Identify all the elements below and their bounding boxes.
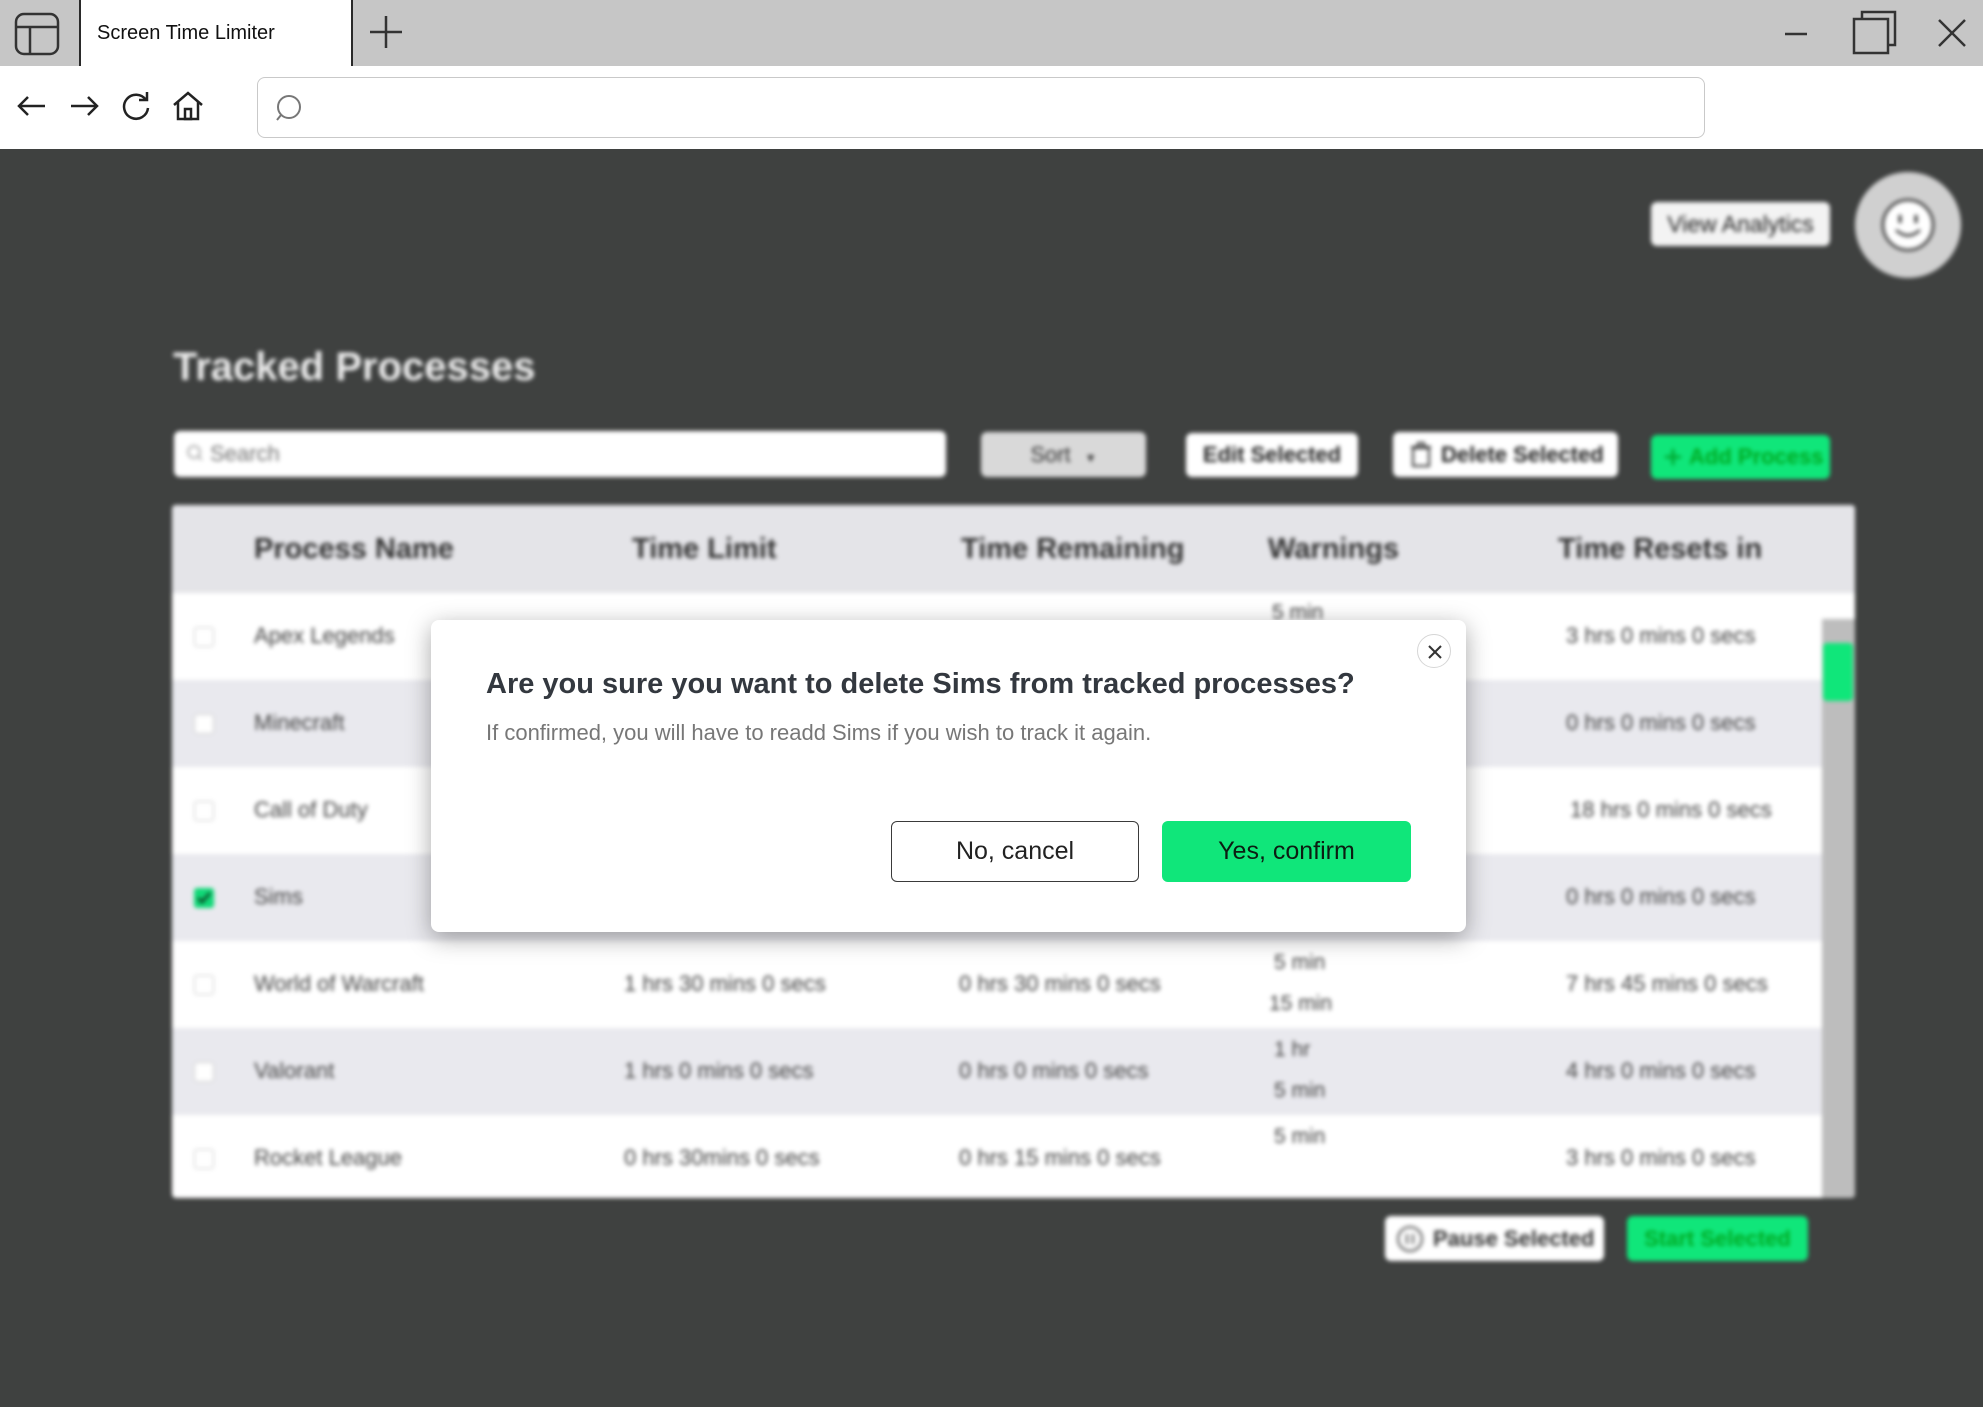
arrow-right-icon[interactable]: [66, 88, 102, 124]
process-name: Sims: [254, 884, 303, 909]
browser-title-bar: Screen Time Limiter: [0, 0, 1983, 66]
trash-icon: [1411, 442, 1431, 467]
sort-dropdown[interactable]: Sort ▼: [981, 432, 1146, 477]
warning: 15 min: [1269, 992, 1333, 1015]
browser-tab[interactable]: Screen Time Limiter: [79, 0, 353, 66]
time-remaining: 0 hrs 0 mins 0 secs: [959, 1058, 1149, 1083]
scrollbar-thumb[interactable]: [1823, 643, 1853, 701]
checkmark-icon: [197, 892, 211, 904]
reload-icon[interactable]: [118, 88, 154, 124]
time-resets-in: 0 hrs 0 mins 0 secs: [1566, 710, 1756, 735]
dialog-message: If confirmed, you will have to readd Sim…: [486, 720, 1152, 745]
row-checkbox[interactable]: [194, 801, 214, 821]
time-resets-in: 3 hrs 0 mins 0 secs: [1566, 1145, 1756, 1170]
pause-selected-label: Pause Selected: [1433, 1226, 1595, 1251]
view-analytics-button[interactable]: View Analytics: [1651, 202, 1830, 246]
time-limit: 1 hrs 0 mins 0 secs: [624, 1058, 814, 1083]
address-bar[interactable]: [257, 77, 1705, 138]
row-checkbox[interactable]: [194, 888, 214, 908]
time-resets-in: 3 hrs 0 mins 0 secs: [1566, 623, 1756, 648]
edit-selected-button[interactable]: Edit Selected: [1186, 433, 1358, 477]
warning: 1 hr: [1274, 1038, 1311, 1061]
row-checkbox[interactable]: [194, 975, 214, 995]
process-name: Rocket League: [254, 1145, 402, 1170]
minimize-icon[interactable]: [1773, 10, 1819, 56]
time-resets-in: 0 hrs 0 mins 0 secs: [1566, 884, 1756, 909]
cancel-button[interactable]: No, cancel: [891, 821, 1139, 882]
table-row[interactable]: World of Warcraft 1 hrs 30 mins 0 secs 0…: [172, 941, 1822, 1028]
start-selected-button[interactable]: Start Selected: [1627, 1216, 1808, 1261]
avatar[interactable]: [1855, 172, 1961, 278]
plus-icon: [1665, 449, 1681, 465]
process-name: Apex Legends: [254, 623, 395, 648]
home-icon[interactable]: [170, 88, 206, 124]
column-header-time-resets-in[interactable]: Time Resets in: [1558, 533, 1762, 566]
column-header-process-name[interactable]: Process Name: [254, 533, 454, 566]
chevron-down-icon: ▼: [1084, 451, 1097, 465]
row-checkbox[interactable]: [194, 714, 214, 734]
time-limit: 1 hrs 30 mins 0 secs: [624, 971, 826, 996]
warning: 5 min: [1274, 1125, 1326, 1148]
time-limit: 0 hrs 30mins 0 secs: [624, 1145, 820, 1170]
time-resets-in: 18 hrs 0 mins 0 secs: [1570, 797, 1772, 822]
time-resets-in: 4 hrs 0 mins 0 secs: [1566, 1058, 1756, 1083]
restore-icon[interactable]: [1851, 10, 1897, 56]
column-header-warnings[interactable]: Warnings: [1268, 533, 1399, 566]
table-header: Process Name Time Limit Time Remaining W…: [172, 505, 1855, 593]
tab-title: Screen Time Limiter: [97, 22, 275, 44]
delete-selected-button[interactable]: Delete Selected: [1393, 432, 1618, 477]
process-name: Valorant: [254, 1058, 335, 1083]
table-row[interactable]: Rocket League 0 hrs 30mins 0 secs 0 hrs …: [172, 1115, 1822, 1198]
smiley-face-icon: [1881, 198, 1935, 252]
dialog-title: Are you sure you want to delete Sims fro…: [486, 668, 1355, 700]
search-icon: [187, 445, 203, 461]
delete-confirmation-dialog: Are you sure you want to delete Sims fro…: [431, 620, 1466, 932]
confirm-button[interactable]: Yes, confirm: [1162, 821, 1411, 882]
time-resets-in: 7 hrs 45 mins 0 secs: [1566, 971, 1768, 996]
process-name: Call of Duty: [254, 797, 368, 822]
column-header-time-remaining[interactable]: Time Remaining: [961, 533, 1184, 566]
warning: 5 min: [1274, 951, 1326, 974]
process-name: Minecraft: [254, 710, 345, 735]
table-row[interactable]: Valorant 1 hrs 0 mins 0 secs 0 hrs 0 min…: [172, 1028, 1822, 1115]
time-remaining: 0 hrs 15 mins 0 secs: [959, 1145, 1161, 1170]
search-box[interactable]: [174, 431, 946, 477]
pause-selected-button[interactable]: Pause Selected: [1385, 1216, 1604, 1261]
row-checkbox[interactable]: [194, 627, 214, 647]
row-checkbox[interactable]: [194, 1062, 214, 1082]
column-header-time-limit[interactable]: Time Limit: [632, 533, 777, 566]
browser-window-icon: [14, 12, 60, 56]
scrollbar-track[interactable]: [1822, 619, 1855, 1198]
process-name: World of Warcraft: [254, 971, 424, 996]
close-dialog-button[interactable]: [1417, 634, 1451, 668]
close-icon[interactable]: [1929, 10, 1975, 56]
pause-icon: [1397, 1226, 1423, 1252]
warning: 5 min: [1274, 1079, 1326, 1102]
time-remaining: 0 hrs 30 mins 0 secs: [959, 971, 1161, 996]
add-process-label: Add Process: [1689, 444, 1824, 469]
browser-toolbar: [0, 66, 1983, 149]
close-icon: [1428, 645, 1442, 659]
delete-selected-label: Delete Selected: [1441, 442, 1604, 467]
search-input[interactable]: [210, 437, 930, 471]
page-title: Tracked Processes: [173, 345, 536, 389]
plus-icon[interactable]: [366, 12, 406, 52]
row-checkbox[interactable]: [194, 1149, 214, 1169]
arrow-left-icon[interactable]: [14, 88, 50, 124]
add-process-button[interactable]: Add Process: [1651, 435, 1830, 479]
sort-label: Sort: [1030, 442, 1071, 467]
search-icon: [276, 95, 301, 121]
